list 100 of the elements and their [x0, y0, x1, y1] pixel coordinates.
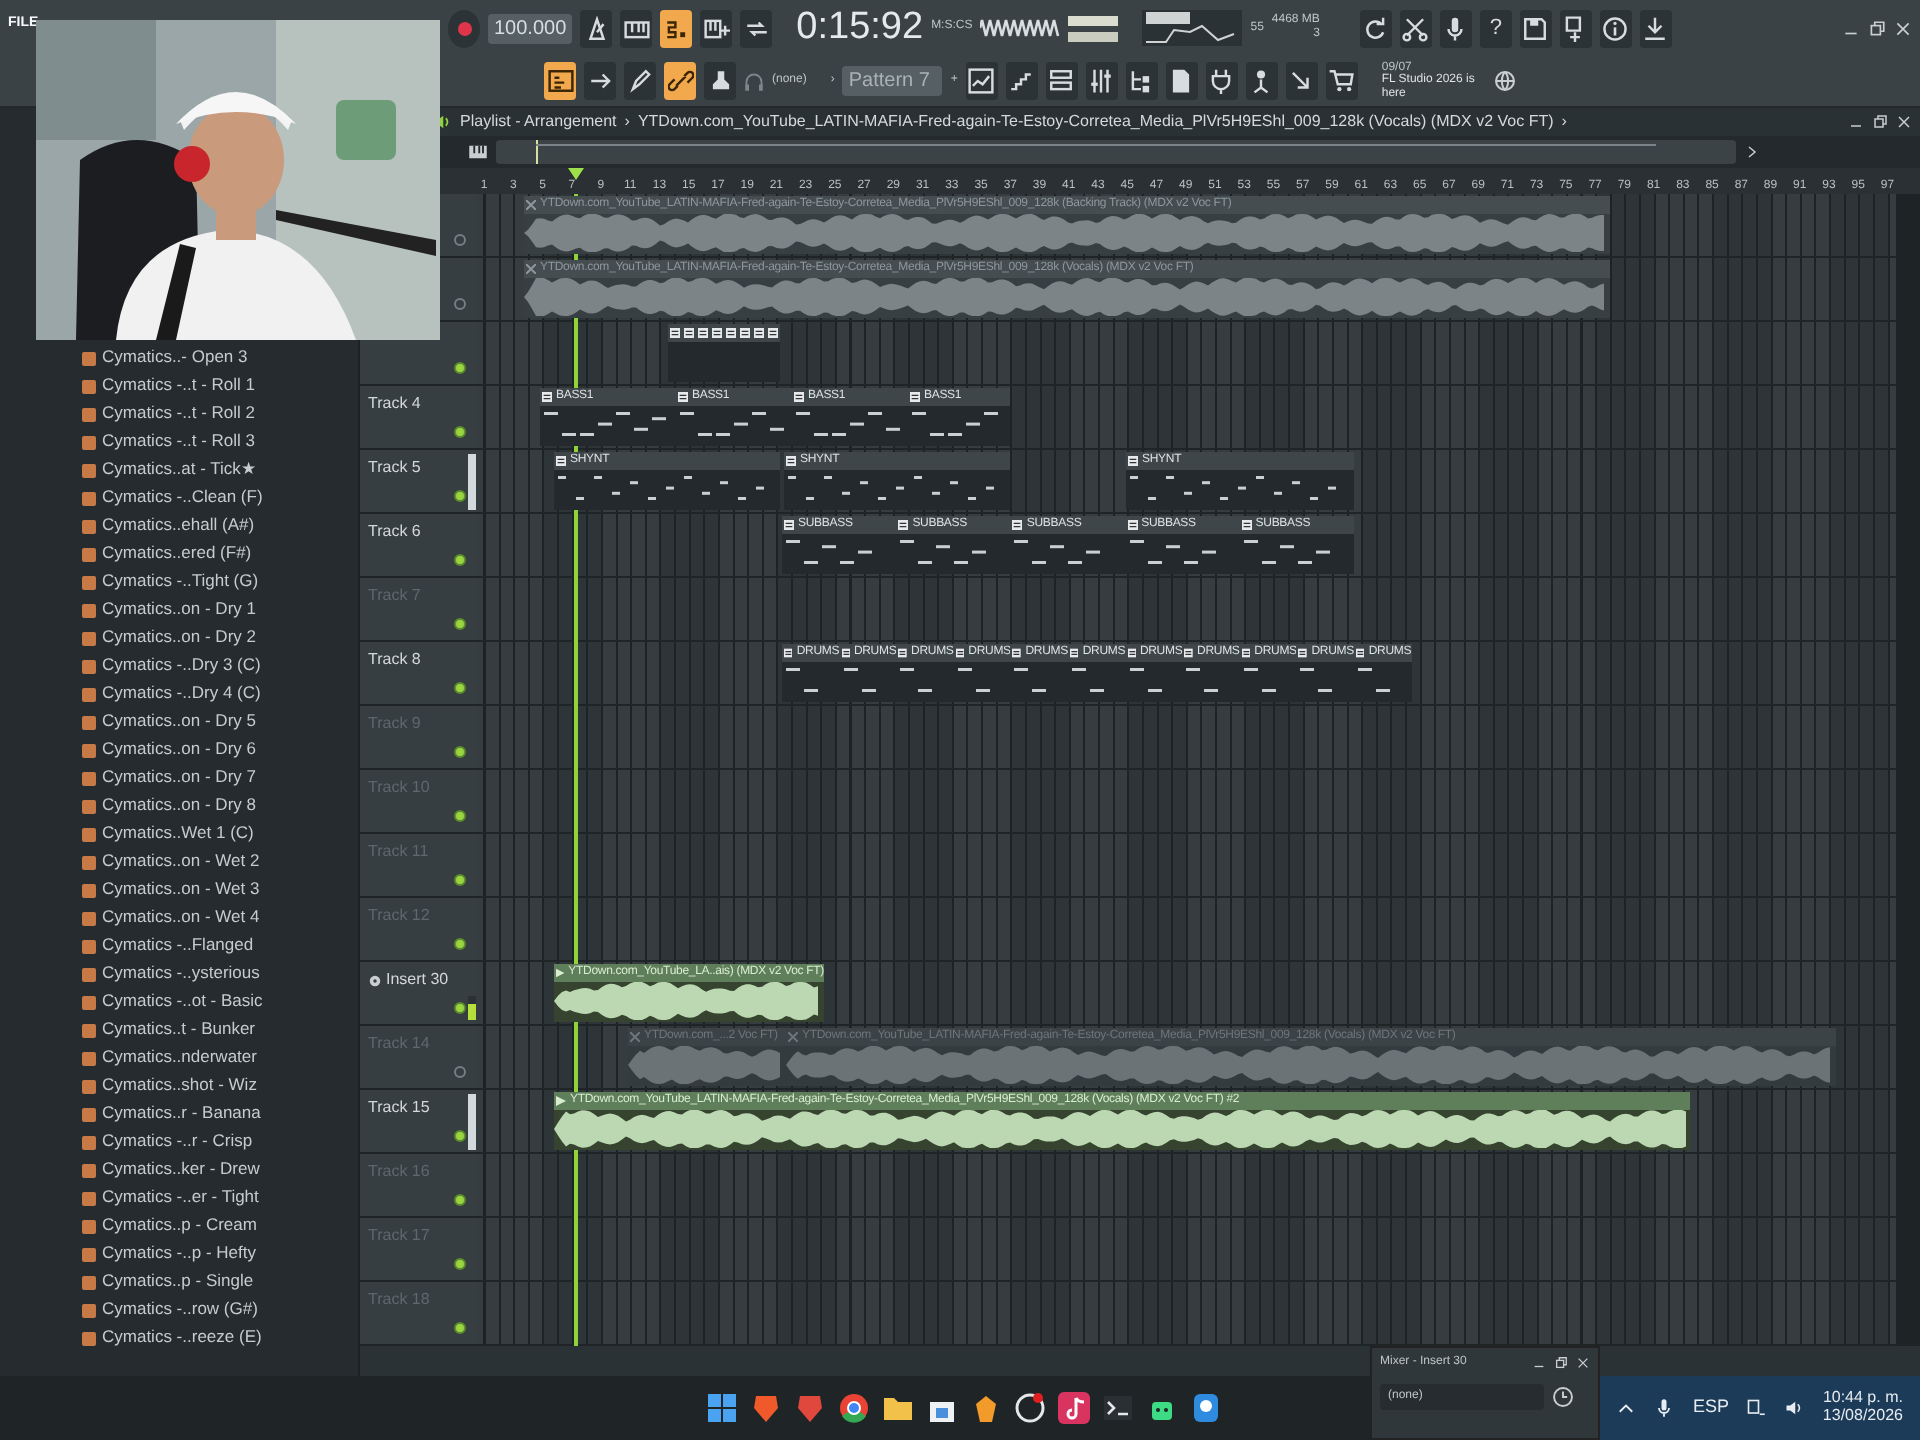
close-icon[interactable] — [1896, 114, 1912, 130]
link-icon[interactable] — [664, 62, 696, 100]
track-header[interactable]: Track 5 — [360, 450, 476, 512]
keyboard-plus-icon[interactable] — [700, 9, 733, 47]
clip-header[interactable] — [696, 324, 710, 342]
breadcrumb-path[interactable]: YTDown.com_YouTube_LATIN-MAFIA-Fred-again-Te-Estoy-Corretea_Media_PlVr5H9EShl_009_128k (Vocals) (MDX v2 Voc FT) — [637, 113, 1554, 131]
browser-item[interactable]: Cymatics -..t - Roll 1 — [102, 376, 256, 396]
arrow-right-icon[interactable] — [584, 62, 616, 100]
vertical-scrollbar[interactable] — [1896, 194, 1920, 1346]
mute-led[interactable] — [454, 1258, 466, 1270]
graph-icon[interactable] — [965, 62, 998, 100]
track-name[interactable]: Track 5 — [368, 460, 421, 478]
network-icon[interactable] — [1746, 1398, 1767, 1418]
browser-item[interactable]: Cymatics -..p - Hefty — [102, 1244, 256, 1264]
mute-led[interactable] — [454, 490, 466, 502]
track-header[interactable]: Insert 30 — [360, 962, 476, 1024]
mute-led[interactable] — [454, 298, 466, 310]
browser-item[interactable]: Cymatics..p - Cream — [102, 1216, 257, 1236]
mute-led[interactable] — [454, 746, 466, 758]
browser-item[interactable]: Cymatics -..Clean (F) — [102, 488, 263, 508]
clip-header[interactable] — [766, 324, 780, 342]
mute-led[interactable] — [454, 234, 466, 246]
microphone-icon[interactable] — [1439, 9, 1472, 47]
language-indicator[interactable]: ESP — [1692, 1398, 1729, 1418]
clock-icon[interactable] — [1552, 1385, 1574, 1408]
metronome-icon[interactable] — [580, 9, 613, 47]
track-name[interactable]: Track 15 — [368, 1100, 430, 1118]
track-name[interactable]: Track 4 — [368, 396, 421, 414]
clip-header[interactable] — [738, 324, 752, 342]
pattern-clip[interactable] — [668, 324, 682, 382]
mute-led[interactable] — [454, 874, 466, 886]
scissors-icon[interactable] — [1399, 9, 1432, 47]
mute-led[interactable] — [454, 1002, 466, 1014]
playlist-icon[interactable] — [544, 62, 576, 100]
close-icon[interactable] — [1894, 19, 1912, 37]
track-name[interactable]: Track 6 — [368, 524, 421, 542]
track-header[interactable]: Track 4 — [360, 386, 476, 448]
save-plus-icon[interactable] — [1559, 9, 1592, 47]
browser-item[interactable]: Cymatics -..Dry 4 (C) — [102, 684, 261, 704]
browser-item[interactable]: Cymatics -..ot - Basic — [102, 992, 263, 1012]
browser-item[interactable]: Cymatics -..row (G#) — [102, 1300, 258, 1320]
ring-icon[interactable] — [838, 1392, 870, 1424]
four-squares-icon[interactable] — [706, 1392, 738, 1424]
browser-item[interactable]: Cymatics..on - Wet 3 — [102, 880, 260, 900]
steps-icon[interactable] — [1005, 62, 1038, 100]
browser-item[interactable]: Cymatics -..r - Crisp — [102, 1132, 253, 1152]
step-icon[interactable] — [660, 9, 693, 47]
download-icon[interactable] — [1639, 9, 1672, 47]
globe-icon[interactable] — [1493, 70, 1516, 92]
browser-item[interactable]: Cymatics..on - Dry 6 — [102, 740, 256, 760]
mute-led[interactable] — [454, 1130, 466, 1142]
mute-led[interactable] — [454, 554, 466, 566]
folder-icon[interactable] — [882, 1392, 914, 1424]
refresh-icon[interactable] — [1359, 9, 1392, 47]
restore-icon[interactable] — [1872, 114, 1888, 130]
track-name[interactable]: Track 8 — [368, 652, 421, 670]
music-note-icon[interactable] — [1058, 1392, 1090, 1424]
mute-led[interactable] — [454, 1322, 466, 1334]
terminal-icon[interactable] — [1102, 1392, 1134, 1424]
ring-app-icon[interactable] — [1014, 1392, 1046, 1424]
browser-item[interactable]: Cymatics..on - Wet 4 — [102, 908, 260, 928]
browser-item[interactable]: Cymatics..on - Dry 1 — [102, 600, 256, 620]
mute-led[interactable] — [454, 938, 466, 950]
browser-item[interactable]: Cymatics..r - Banana — [102, 1104, 261, 1124]
mute-led[interactable] — [454, 682, 466, 694]
browser-item[interactable]: Cymatics..at - Tick★ — [102, 460, 257, 480]
tree-icon[interactable] — [1125, 62, 1158, 100]
mute-led[interactable] — [454, 426, 466, 438]
browser-item[interactable]: Cymatics..ered (F#) — [102, 544, 252, 564]
track-header[interactable]: Track 6 — [360, 514, 476, 576]
keyboard-icon[interactable] — [620, 9, 653, 47]
browser-item[interactable]: Cymatics..t - Bunker — [102, 1020, 256, 1040]
microphone-icon[interactable] — [1654, 1398, 1675, 1418]
restore-icon[interactable] — [1868, 19, 1886, 37]
mute-led[interactable] — [454, 362, 466, 374]
record-button[interactable] — [448, 9, 480, 47]
track-name[interactable]: Insert 30 — [386, 972, 449, 990]
help-button[interactable]: ? — [1479, 9, 1512, 47]
overview-scrollbar[interactable] — [496, 140, 1736, 164]
save-icon[interactable] — [1519, 9, 1552, 47]
shield-icon[interactable] — [794, 1392, 826, 1424]
rack-icon[interactable] — [1045, 62, 1078, 100]
browser-item[interactable]: Cymatics -..er - Tight — [102, 1188, 259, 1208]
pattern-clip[interactable] — [766, 324, 780, 382]
browser-item[interactable]: Cymatics -..ysterious — [102, 964, 260, 984]
stamp-icon[interactable] — [704, 62, 736, 100]
faders-icon[interactable] — [1085, 62, 1118, 100]
shield-icon[interactable] — [750, 1392, 782, 1424]
camera-icon[interactable] — [1190, 1392, 1222, 1424]
clip-header[interactable] — [668, 324, 682, 342]
tempo-display[interactable]: 100.000 — [488, 13, 573, 43]
close-icon[interactable] — [1576, 1355, 1590, 1369]
clock-date[interactable]: 13/08/2026 — [1822, 1408, 1903, 1426]
clock-time[interactable]: 10:44 p. m. — [1822, 1390, 1903, 1408]
browser-item[interactable]: Cymatics..on - Dry 7 — [102, 768, 256, 788]
track-header[interactable]: Track 8 — [360, 642, 476, 704]
browser-item[interactable]: Cymatics -..reeze (E) — [102, 1328, 262, 1348]
browser-item[interactable]: Cymatics..on - Dry 8 — [102, 796, 256, 816]
browser-item[interactable]: Cymatics..nderwater — [102, 1048, 257, 1068]
browser-item[interactable]: Cymatics -..Tight (G) — [102, 572, 259, 592]
